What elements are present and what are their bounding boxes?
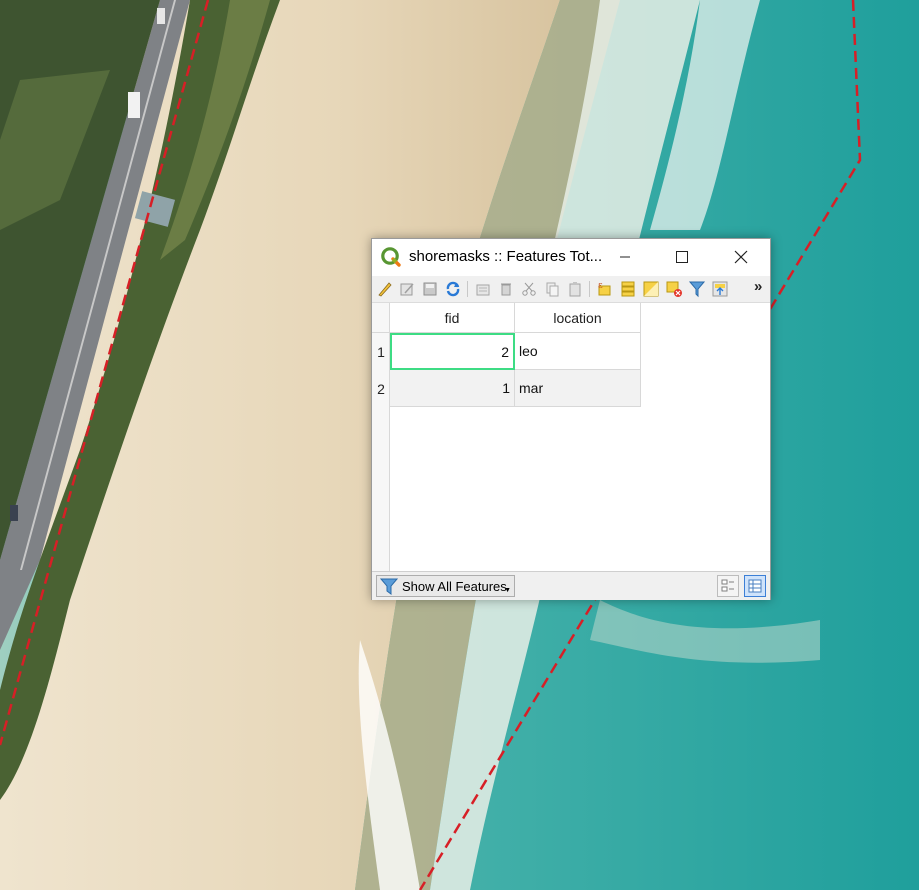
column-header-fid[interactable]: fid xyxy=(390,303,515,333)
copy-icon xyxy=(546,282,559,297)
cut-button[interactable] xyxy=(519,279,539,299)
feature-filter-dropdown[interactable]: Show All Features ▼ xyxy=(376,575,515,597)
filter-icon xyxy=(380,577,398,595)
maximize-button[interactable] xyxy=(659,239,705,275)
delete-icon xyxy=(501,283,511,296)
deselect-all-button[interactable] xyxy=(664,279,684,299)
delete-selected-button[interactable] xyxy=(496,279,516,299)
add-feature-button[interactable] xyxy=(473,279,493,299)
attribute-toolbar: ε » xyxy=(372,276,770,303)
invert-selection-icon xyxy=(643,281,659,297)
paste-icon xyxy=(569,282,581,297)
row-header[interactable]: 2 xyxy=(372,370,390,407)
cut-icon xyxy=(522,282,536,296)
select-all-button[interactable] xyxy=(618,279,638,299)
select-all-icon xyxy=(621,281,635,297)
close-button[interactable] xyxy=(718,239,764,275)
move-selection-to-top-button[interactable] xyxy=(710,279,730,299)
save-edits-icon xyxy=(423,282,437,296)
select-expression-icon: ε xyxy=(598,281,611,296)
table-cell-fid[interactable]: 2 xyxy=(390,333,515,370)
filter-label: Show All Features xyxy=(402,578,507,594)
minimize-icon xyxy=(620,256,630,258)
add-feature-icon xyxy=(476,284,490,296)
select-by-expression-button[interactable]: ε xyxy=(595,279,615,299)
table-cell-fid[interactable]: 1 xyxy=(390,370,515,407)
paste-button[interactable] xyxy=(565,279,585,299)
form-view-icon xyxy=(721,579,734,592)
svg-text:ε: ε xyxy=(598,281,603,291)
pencil-icon xyxy=(378,282,392,297)
reload-button[interactable] xyxy=(443,279,463,299)
form-view-button[interactable] xyxy=(717,575,739,597)
toggle-editing-button[interactable] xyxy=(374,279,394,299)
multi-edit-icon xyxy=(400,283,414,296)
invert-selection-button[interactable] xyxy=(641,279,661,299)
table-view-button[interactable] xyxy=(744,575,766,597)
window-title: shoremasks :: Features Tot... xyxy=(409,248,603,265)
multi-edit-button[interactable] xyxy=(397,279,417,299)
save-edits-button[interactable] xyxy=(420,279,440,299)
attribute-table-window[interactable]: shoremasks :: Features Tot... ε » fid lo… xyxy=(371,238,771,600)
column-header-location[interactable]: location xyxy=(515,303,641,333)
close-icon xyxy=(734,250,748,264)
status-bar: Show All Features ▼ xyxy=(372,571,770,600)
table-cell-location[interactable]: leo xyxy=(515,333,641,370)
deselect-icon xyxy=(666,281,682,297)
title-bar[interactable]: shoremasks :: Features Tot... xyxy=(372,239,770,275)
filter-select-button[interactable] xyxy=(687,279,707,299)
dropdown-arrow-icon: ▼ xyxy=(504,587,511,594)
maximize-icon xyxy=(676,251,688,263)
toolbar-more-button[interactable]: » xyxy=(754,278,762,295)
filter-icon xyxy=(688,281,706,298)
reload-icon xyxy=(446,281,460,297)
table-cell-location[interactable]: mar xyxy=(515,370,641,407)
row-header[interactable]: 1 xyxy=(372,333,390,370)
copy-button[interactable] xyxy=(542,279,562,299)
move-to-top-icon xyxy=(712,281,728,297)
attribute-table[interactable]: fid location 1 2 leo 2 1 mar xyxy=(372,303,770,571)
qgis-logo-icon xyxy=(380,246,402,268)
table-corner[interactable] xyxy=(372,303,390,333)
minimize-button[interactable] xyxy=(602,239,648,275)
table-view-icon xyxy=(748,579,762,593)
